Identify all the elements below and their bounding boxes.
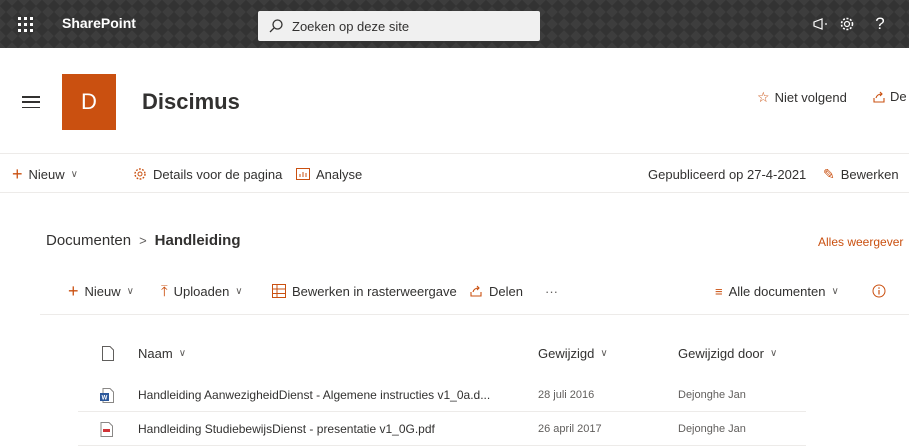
analytics-label: Analyse [316, 166, 363, 182]
info-button[interactable] [872, 280, 886, 302]
chevron-down-icon: ∨ [126, 285, 134, 297]
modified-by: Dejonghe Jan [678, 423, 746, 435]
see-all-link[interactable]: Alles weergever [818, 235, 903, 249]
site-share-label: De [890, 89, 907, 104]
info-icon [872, 284, 886, 298]
edit-page-label: Bewerken [840, 166, 899, 182]
follow-label: Niet volgend [774, 90, 847, 105]
nav-menu-button[interactable] [22, 96, 40, 108]
more-options-button[interactable]: ··· [545, 280, 558, 302]
breadcrumb-parent[interactable]: Documenten [46, 232, 131, 249]
upload-icon: ⤒ [161, 282, 168, 300]
follow-button[interactable]: ☆ Niet volgend [757, 89, 847, 106]
modified-date: 28 juli 2016 [538, 389, 595, 401]
library-divider [40, 314, 909, 315]
chevron-down-icon: ∨ [770, 348, 778, 359]
chart-icon [296, 168, 310, 180]
breadcrumb-current: Handleiding [154, 232, 241, 249]
column-name-label: Naam [138, 346, 173, 361]
pdf-file-icon [100, 412, 114, 446]
analytics-button[interactable]: Analyse [296, 154, 362, 194]
file-icon [102, 346, 114, 361]
pencil-icon: ✎ [823, 165, 835, 182]
modified-date: 26 april 2017 [538, 423, 602, 435]
upload-label: Uploaden [173, 283, 230, 299]
breadcrumb: Documenten > Handleiding [46, 232, 241, 249]
page-details-label: Details voor de pagina [153, 166, 283, 182]
chevron-down-icon: ∨ [600, 348, 608, 359]
suite-bar: SharePoint Zoeken op deze site ? [0, 0, 909, 48]
chevron-down-icon: ∨ [235, 285, 243, 297]
file-name[interactable]: Handleiding AanwezigheidDienst - Algemen… [138, 378, 538, 412]
star-icon: ☆ [757, 89, 770, 105]
page-new-button[interactable]: + Nieuw ∨ [12, 154, 78, 194]
site-logo-letter: D [81, 89, 97, 114]
column-modified-label: Gewijzigd [538, 346, 595, 361]
gear-icon [840, 17, 854, 31]
page-command-bar: + Nieuw ∨ Details voor de pagina Analyse… [0, 153, 909, 193]
app-brand[interactable]: SharePoint [62, 15, 136, 31]
site-title[interactable]: Discimus [142, 89, 240, 115]
settings-button[interactable] [835, 12, 859, 36]
chevron-down-icon: ∨ [831, 285, 839, 297]
chevron-down-icon: ∨ [70, 168, 78, 180]
plus-icon: + [12, 163, 23, 184]
share-icon [873, 91, 885, 103]
file-name[interactable]: Handleiding StudiebewijsDienst - present… [138, 412, 538, 446]
published-status: Gepubliceerd op 27-4-2021 [648, 166, 807, 182]
share-icon [470, 285, 482, 297]
file-type-header[interactable] [102, 346, 114, 361]
column-modified-by-label: Gewijzigd door [678, 346, 764, 361]
chevron-right-icon: > [139, 233, 147, 248]
library-new-label: Nieuw [84, 283, 121, 299]
table-row[interactable]: Handleiding StudiebewijsDienst - present… [78, 412, 806, 446]
library-share-label: Delen [489, 283, 523, 299]
plus-icon: + [68, 280, 79, 301]
page-details-button[interactable]: Details voor de pagina [133, 154, 282, 194]
column-header-modified-by[interactable]: Gewijzigd door ∨ [678, 346, 777, 361]
site-logo[interactable]: D [62, 74, 116, 130]
help-button[interactable]: ? [868, 12, 892, 36]
grid-edit-label: Bewerken in rasterweergave [292, 283, 457, 299]
page-new-label: Nieuw [28, 166, 65, 182]
question-icon: ? [875, 14, 885, 33]
column-header-modified[interactable]: Gewijzigd ∨ [538, 346, 608, 361]
search-box[interactable]: Zoeken op deze site [258, 11, 540, 41]
edit-page-button[interactable]: ✎ Bewerken [823, 154, 899, 194]
column-header-name[interactable]: Naam ∨ [138, 346, 186, 361]
list-icon: ≡ [715, 283, 723, 299]
site-share-button[interactable]: De [872, 89, 907, 104]
gear-icon [134, 168, 146, 180]
search-icon [269, 19, 283, 33]
upload-button[interactable]: ⤒ Uploaden ∨ [161, 280, 243, 302]
modified-by: Dejonghe Jan [678, 389, 746, 401]
feedback-button[interactable] [808, 12, 832, 36]
word-file-icon: W [100, 378, 114, 412]
library-share-button[interactable]: Delen [469, 280, 523, 302]
app-launcher-button[interactable] [0, 0, 50, 48]
grid-edit-button[interactable]: Bewerken in rasterweergave [272, 280, 457, 302]
svg-text:W: W [102, 395, 108, 401]
view-selector-label: Alle documenten [728, 283, 826, 299]
search-placeholder: Zoeken op deze site [292, 18, 410, 34]
waffle-icon [17, 16, 33, 32]
grid-icon [272, 284, 286, 298]
library-new-button[interactable]: + Nieuw ∨ [68, 280, 134, 302]
chevron-down-icon: ∨ [178, 348, 187, 359]
table-row[interactable]: W Handleiding AanwezigheidDienst - Algem… [78, 378, 806, 412]
megaphone-icon [813, 18, 827, 30]
view-selector[interactable]: ≡ Alle documenten ∨ [715, 280, 839, 302]
